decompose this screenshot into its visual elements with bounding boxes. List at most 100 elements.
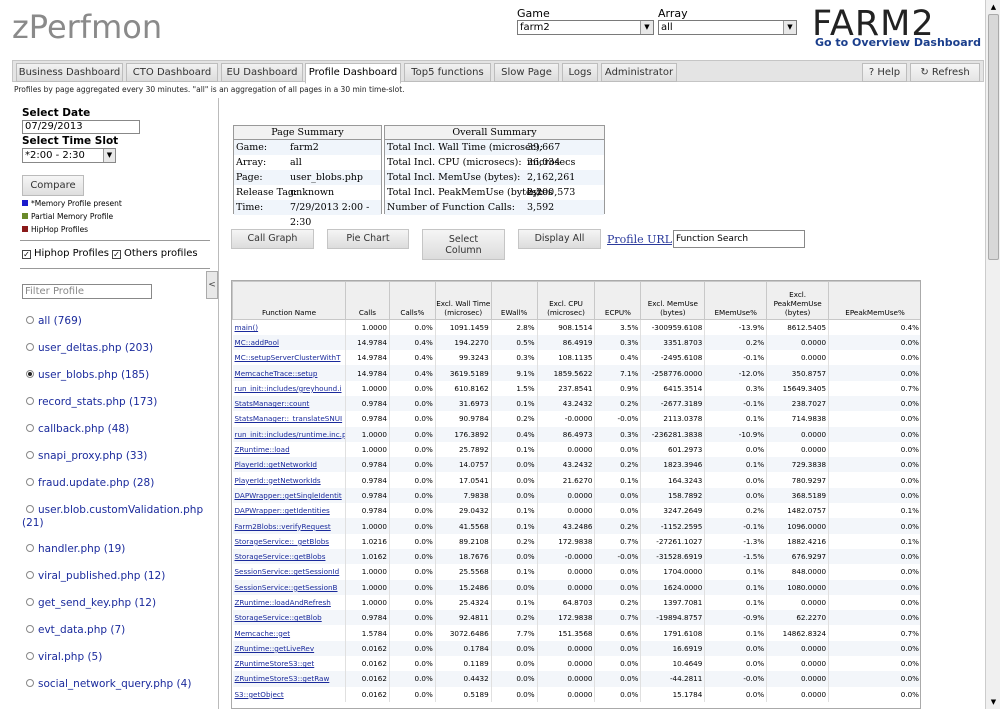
function-name-link[interactable]: MemcacheTrace::setup [232,365,346,381]
table-cell: 7.7% [491,625,538,641]
function-name-link[interactable]: Memcache::get [232,625,346,641]
function-name-link[interactable]: PlayerId::getNetworkId [232,457,346,473]
time-slot-select[interactable]: *2:00 - 2:30 ▼ [22,148,116,163]
summary-value: unknown [290,187,335,198]
profile-item[interactable]: handler.php (19) [26,543,125,555]
profile-item[interactable]: fraud.update.php (28) [26,477,154,489]
function-name-link[interactable]: StatsManager::count [232,395,346,412]
select-column-button[interactable]: Select Column [422,229,505,260]
function-name-link[interactable]: SessionService::getSessionId [232,564,346,580]
function-name-link[interactable]: S3::getObject [232,686,346,702]
table-cell: 158.7892 [640,487,706,504]
array-select[interactable]: all ▼ [658,20,797,35]
function-name-link[interactable]: Farm2Blobs::verifyRequest [232,518,346,534]
filter-profile-input[interactable]: Filter Profile [22,284,152,299]
pie-chart-button[interactable]: Pie Chart [327,229,409,249]
profile-item-count[interactable]: (21) [22,517,44,529]
table-cell: 0.0000 [537,579,596,595]
function-name-link[interactable]: run_init::includes/greyhound.i [232,380,346,396]
scrollbar-thumb[interactable] [988,14,999,260]
profile-item[interactable]: get_send_key.php (12) [26,597,156,609]
function-name-link[interactable]: DAPWrapper::getSingleIdentit [232,487,346,504]
profile-item[interactable]: record_stats.php (173) [26,396,157,408]
function-name-link[interactable]: ZRuntime::load [232,441,346,458]
tab-slow-page[interactable]: Slow Page [494,63,559,82]
collapse-sidebar-icon[interactable]: < [206,271,218,299]
profile-item[interactable]: viral.php (5) [26,651,102,663]
main-tab-bar: Business Dashboard CTO Dashboard EU Dash… [12,60,984,84]
profile-item[interactable]: snapi_proxy.php (33) [26,450,147,462]
function-name-link[interactable]: ZRuntime::getLiveRev [232,640,346,657]
radio-icon [26,316,34,324]
table-cell: 0.0% [491,457,538,473]
table-cell: 0.0% [704,487,768,504]
table-cell: 0.0000 [537,487,596,504]
column-header[interactable]: EMemUse% [704,281,768,320]
tab-administrator[interactable]: Administrator [601,63,677,82]
others-profiles-checkbox[interactable]: ✓ Others profiles [112,248,198,259]
date-input[interactable]: 07/29/2013 [22,120,140,134]
table-row: StatsManager::_translateSNUI 0.9784 0.0% 90… [232,411,920,427]
help-button[interactable]: ? Help [862,63,907,82]
profile-item[interactable]: evt_data.php (7) [26,624,125,636]
tab-logs[interactable]: Logs [562,63,598,82]
function-name-link[interactable]: MC::addPool [232,334,346,351]
column-header[interactable]: EPeakMemUse% [828,281,920,320]
profile-item[interactable]: user_deltas.php (203) [26,342,153,354]
table-cell: 0.0% [389,594,436,611]
table-cell: 0.0000 [766,656,830,672]
function-name-link[interactable]: StorageService::getBlob [232,610,346,626]
profile-item[interactable]: callback.php (48) [26,423,129,435]
function-name-link[interactable]: main() [232,319,346,335]
profile-item[interactable]: user.blob.customValidation.php [26,504,203,516]
function-name-link[interactable]: SessionService::getSessionB [232,579,346,595]
table-row: PlayerId::getNetworkIds 0.9784 0.0% 17.0541… [232,472,920,488]
function-name-link[interactable]: PlayerId::getNetworkIds [232,472,346,488]
column-header[interactable]: Excl. CPU (microsec) [536,281,596,320]
column-header[interactable]: ECPU% [594,281,642,320]
profile-item[interactable]: social_network_query.php (4) [26,678,191,690]
table-cell: 0.0% [491,656,538,672]
column-header[interactable]: Calls [344,281,390,320]
display-all-button[interactable]: Display All [518,229,601,249]
tab-cto-dashboard[interactable]: CTO Dashboard [126,63,218,82]
table-cell: -13.9% [704,319,768,335]
hiphop-profiles-checkbox[interactable]: ✓ Hiphop Profiles [22,248,109,259]
function-name-link[interactable]: ZRuntimeStoreS3::getRaw [232,671,346,687]
function-name-link[interactable]: StorageService::_getBlobs [232,533,346,549]
function-name-link[interactable]: StatsManager::_translateSNUI [232,411,346,427]
page-scrollbar[interactable]: ▲ ▼ [985,0,1000,709]
tab-eu-dashboard[interactable]: EU Dashboard [221,63,303,82]
function-name-link[interactable]: DAPWrapper::getIdentities [232,503,346,519]
refresh-button[interactable]: ↻ Refresh [910,63,980,82]
compare-button[interactable]: Compare [22,175,84,196]
profile-item[interactable]: viral_published.php (12) [26,570,165,582]
column-header[interactable]: Excl. Wall Time (microsec) [434,281,492,320]
tab-top5-functions[interactable]: Top5 functions [404,63,491,82]
overview-dashboard-link[interactable]: Go to Overview Dashboard [815,36,981,49]
function-name-link[interactable]: ZRuntimeStoreS3::get [232,656,346,672]
table-cell: 0.4% [389,365,436,381]
scroll-up-icon[interactable]: ▲ [986,0,1000,14]
profile-item[interactable]: user_blobs.php (185) [26,369,149,381]
scroll-down-icon[interactable]: ▼ [986,695,1000,709]
function-name-link[interactable]: StorageService::getBlobs [232,548,346,565]
table-row: ZRuntime::getLiveRev 0.0162 0.0% 0.1784 0.0%… [232,640,920,657]
function-name-link[interactable]: ZRuntime::loadAndRefresh [232,594,346,611]
function-search-input[interactable]: Function Search [673,230,805,248]
column-header[interactable]: Excl. PeakMemUse (bytes) [766,281,830,320]
call-graph-button[interactable]: Call Graph [231,229,314,249]
function-name-link[interactable]: MC::setupServerClusterWithT [232,350,346,366]
game-select[interactable]: farm2 ▼ [517,20,654,35]
column-header[interactable]: EWall% [490,281,538,320]
column-header[interactable]: Calls% [388,281,436,320]
column-header[interactable]: Excl. MemUse (bytes) [640,281,706,320]
function-name-link[interactable]: run_init::includes/runtime.inc.p [232,426,346,442]
column-header[interactable]: Function Name [232,281,346,320]
profile-item[interactable]: all (769) [26,315,82,327]
tab-profile-dashboard[interactable]: Profile Dashboard [305,63,401,84]
tab-business-dashboard[interactable]: Business Dashboard [16,63,123,82]
table-cell: 25.4324 [435,594,492,611]
profile-url-link[interactable]: Profile URL [607,233,672,246]
others-profiles-label: Others profiles [124,248,198,259]
